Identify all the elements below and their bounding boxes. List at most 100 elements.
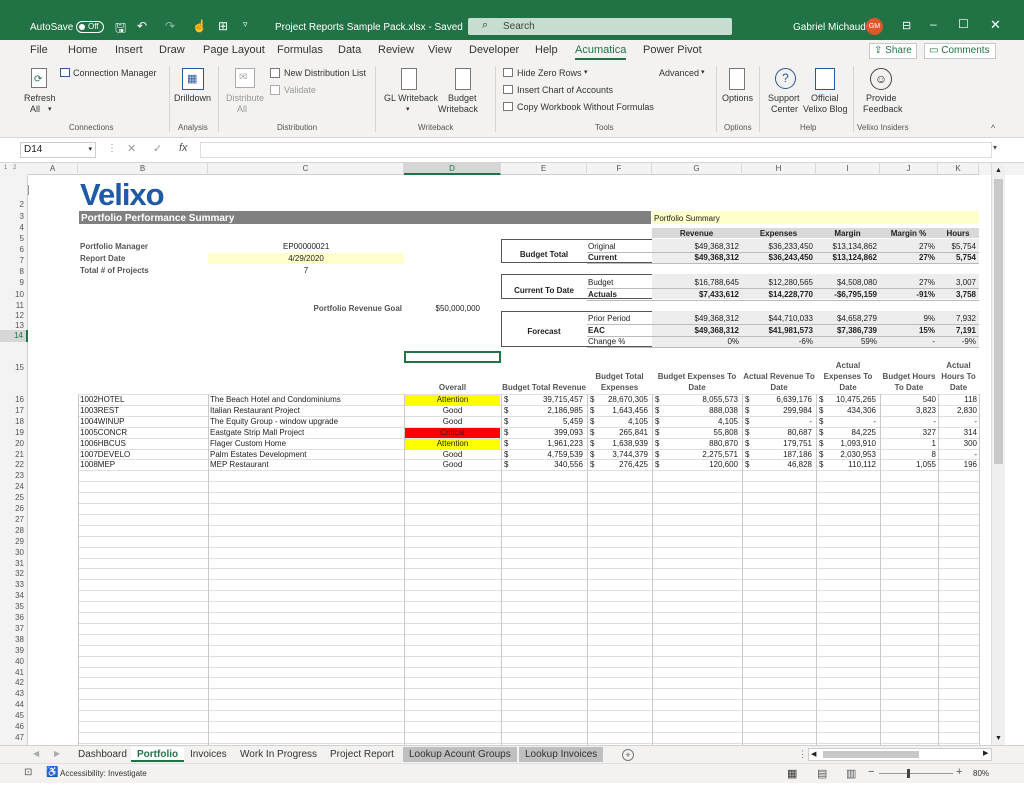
minimize-icon[interactable]: –	[930, 17, 937, 31]
tab-acumatica[interactable]: Acumatica	[575, 44, 627, 60]
goal-value[interactable]: $50,000,000	[405, 304, 481, 313]
formula-input[interactable]	[200, 142, 992, 158]
undo-icon[interactable]: ↶	[137, 19, 147, 33]
projects-value[interactable]: 7	[208, 266, 404, 275]
budget-writeback-button[interactable]: Budget	[448, 93, 477, 103]
hscroll-thumb[interactable]	[823, 751, 919, 758]
avatar[interactable]: GM	[866, 18, 883, 35]
column-header-c[interactable]: C	[208, 163, 404, 175]
support-center-button[interactable]: Support	[768, 93, 800, 103]
insert-function-icon[interactable]: fx	[179, 142, 188, 154]
advanced-button[interactable]: Advanced	[659, 68, 699, 78]
outline-level-2[interactable]: 2	[13, 165, 16, 171]
scroll-left-icon[interactable]: ◀	[811, 750, 816, 758]
scroll-up-icon[interactable]: ▲	[995, 167, 1002, 174]
validate-button[interactable]: Validate	[284, 85, 316, 95]
row-header[interactable]: 29	[0, 536, 28, 547]
column-header-f[interactable]: F	[587, 163, 652, 175]
row-header[interactable]: 20	[0, 438, 28, 449]
row-header[interactable]: 8	[0, 266, 28, 277]
column-header-j[interactable]: J	[880, 163, 938, 175]
cancel-icon[interactable]: ✕	[127, 142, 136, 155]
selected-cell-d14[interactable]	[404, 351, 501, 363]
gl-writeback-button[interactable]: GL Writeback	[384, 93, 438, 103]
tab-view[interactable]: View	[428, 44, 452, 56]
touch-mode-icon[interactable]: ☝	[192, 19, 207, 33]
row-header[interactable]: 44	[0, 699, 28, 710]
row-header[interactable]: 22	[0, 459, 28, 470]
drilldown-button[interactable]: Drilldown	[174, 93, 211, 103]
user-name[interactable]: Gabriel Michaud	[793, 22, 866, 33]
row-header[interactable]: 38	[0, 634, 28, 645]
row-header[interactable]: 32	[0, 568, 28, 579]
more-sheets-icon[interactable]: ⋮	[798, 749, 807, 760]
zoom-out-icon[interactable]: −	[868, 766, 874, 778]
row-header[interactable]: 45	[0, 710, 28, 721]
row-header[interactable]: 37	[0, 623, 28, 634]
accessibility-status[interactable]: Accessibility: Investigate	[60, 769, 147, 778]
tab-review[interactable]: Review	[378, 44, 414, 56]
tab-file[interactable]: File	[30, 44, 48, 56]
row-header[interactable]: 16	[0, 394, 28, 405]
row-header[interactable]: 39	[0, 645, 28, 656]
row-header[interactable]: 40	[0, 656, 28, 667]
sheet-tab-lookup-invoices[interactable]: Lookup Invoices	[519, 747, 604, 762]
sheet-tab-lookup-account-groups[interactable]: Lookup Acount Groups	[403, 747, 517, 762]
column-header-i[interactable]: I	[816, 163, 880, 175]
date-value[interactable]: 4/29/2020	[208, 254, 404, 263]
column-header-k[interactable]: K	[938, 163, 979, 175]
zoom-in-icon[interactable]: +	[956, 766, 962, 778]
column-header-d[interactable]: D	[404, 163, 501, 175]
outline-level-1[interactable]: 1	[4, 165, 7, 171]
row-header[interactable]: 33	[0, 579, 28, 590]
redo-icon[interactable]: ↷	[165, 19, 175, 33]
tab-developer[interactable]: Developer	[469, 44, 519, 56]
row-header[interactable]: 30	[0, 547, 28, 558]
row-header[interactable]: 6	[0, 244, 28, 255]
sheet-tab-dashboard[interactable]: Dashboard	[72, 747, 133, 762]
official-blog-button[interactable]: Official	[811, 93, 838, 103]
row-header[interactable]: 7	[0, 255, 28, 266]
scroll-down-icon[interactable]: ▼	[995, 735, 1002, 742]
row-header[interactable]: 3	[0, 211, 28, 223]
row-header[interactable]: 11	[0, 300, 28, 311]
zoom-level[interactable]: 80%	[973, 769, 989, 778]
sitemap-icon[interactable]: ⊞	[218, 19, 228, 33]
options-button[interactable]: Options	[722, 93, 753, 103]
row-header[interactable]: 36	[0, 612, 28, 623]
row-header[interactable]: 28	[0, 525, 28, 536]
column-header-g[interactable]: G	[652, 163, 742, 175]
distribute-all-button[interactable]: Distribute	[226, 93, 264, 103]
row-header[interactable]: 24	[0, 481, 28, 492]
row-header[interactable]: 18	[0, 416, 28, 427]
row-header[interactable]: 4	[0, 223, 28, 233]
row-header[interactable]: 26	[0, 503, 28, 514]
row-header[interactable]: 9	[0, 277, 28, 289]
row-header[interactable]: 27	[0, 514, 28, 525]
row-header[interactable]: 14	[0, 330, 28, 342]
tab-draw[interactable]: Draw	[159, 44, 185, 56]
sheet-tab-portfolio[interactable]: Portfolio	[131, 747, 185, 762]
macro-icon[interactable]: ⊡	[24, 767, 32, 778]
refresh-all-button[interactable]: Refresh	[24, 93, 56, 103]
row-header[interactable]: 10	[0, 289, 28, 300]
row-header[interactable]: 13	[0, 321, 28, 330]
row-header[interactable]: 23	[0, 470, 28, 481]
pm-value[interactable]: EP00000021	[283, 242, 329, 251]
tab-formulas[interactable]: Formulas	[277, 44, 323, 56]
sheet-tab-project-report[interactable]: Project Report	[324, 747, 400, 762]
page-break-icon[interactable]: ▥	[846, 767, 856, 780]
row-header[interactable]: 12	[0, 311, 28, 321]
vertical-scrollbar[interactable]: ▲ ▼	[991, 163, 1005, 746]
tab-help[interactable]: Help	[535, 44, 558, 56]
file-title[interactable]: Project Reports Sample Pack.xlsx - Saved	[275, 22, 463, 33]
search-box[interactable]: ⌕ Search	[468, 18, 732, 35]
row-header[interactable]: 15	[0, 342, 28, 394]
next-sheet-icon[interactable]: ▶	[54, 749, 60, 758]
row-header[interactable]: 34	[0, 590, 28, 601]
copy-workbook-button[interactable]: Copy Workbook Without Formulas	[517, 102, 654, 112]
row-header[interactable]: 42	[0, 677, 28, 688]
comments-button[interactable]: ▭ Comments	[924, 43, 996, 59]
sheet-tab-wip[interactable]: Work In Progress	[234, 747, 323, 762]
provide-feedback-button[interactable]: Provide	[866, 93, 897, 103]
